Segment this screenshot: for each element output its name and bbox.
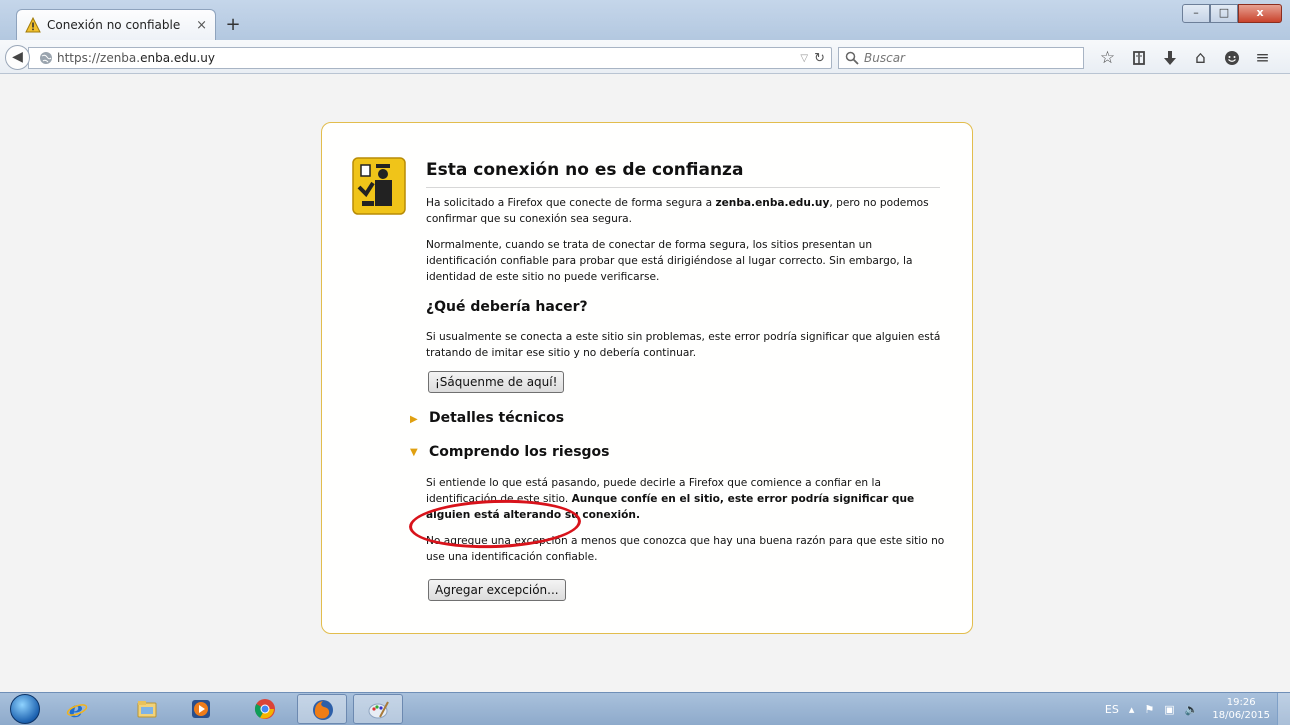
page-title: Esta conexión no es de confianza bbox=[426, 160, 940, 188]
tab-untrusted-connection[interactable]: Conexión no confiable × bbox=[16, 9, 216, 40]
back-button[interactable]: ◀ bbox=[5, 45, 30, 70]
clock-time: 19:26 bbox=[1226, 697, 1256, 708]
paint-icon[interactable] bbox=[353, 694, 403, 724]
risks-paragraph: Si entiende lo que está pasando, puede d… bbox=[426, 475, 946, 523]
history-dropdown-icon[interactable]: ▽ bbox=[800, 53, 808, 64]
what-should-i-do-heading: ¿Qué debería hacer? bbox=[426, 299, 588, 315]
toolbar-buttons: ☆ ⌂ ≡ bbox=[1092, 46, 1278, 70]
get-me-out-button[interactable]: ¡Sáquenme de aquí! bbox=[428, 371, 565, 393]
tab-title: Conexión no confiable bbox=[47, 18, 181, 32]
reading-list-icon[interactable] bbox=[1123, 46, 1154, 70]
understand-risks-heading[interactable]: Comprendo los riesgos bbox=[429, 444, 610, 460]
file-explorer-icon[interactable] bbox=[122, 694, 172, 724]
close-window-button[interactable]: x bbox=[1238, 4, 1282, 23]
expanded-arrow-icon[interactable]: ▼ bbox=[410, 447, 418, 458]
collapsed-arrow-icon[interactable]: ▶ bbox=[410, 414, 418, 425]
reload-icon[interactable]: ↻ bbox=[814, 51, 825, 66]
clock-date: 18/06/2015 bbox=[1212, 710, 1270, 721]
media-player-icon[interactable] bbox=[176, 694, 226, 724]
search-bar[interactable]: Buscar bbox=[838, 47, 1084, 69]
add-exception-button[interactable]: Agregar excepción... bbox=[428, 579, 566, 601]
explanation-paragraph: Normalmente, cuando se trata de conectar… bbox=[426, 239, 913, 283]
network-icon[interactable]: ▣ bbox=[1164, 703, 1174, 716]
advice-paragraph: Si usualmente se conecta a este sitio si… bbox=[426, 331, 941, 359]
intro-text-start: Ha solicitado a Firefox que conecte de f… bbox=[426, 197, 716, 209]
start-button[interactable] bbox=[10, 694, 40, 724]
show-desktop-button[interactable] bbox=[1277, 693, 1290, 725]
minimize-button[interactable]: – bbox=[1182, 4, 1210, 23]
volume-muted-icon[interactable]: 🔈 bbox=[1185, 703, 1199, 716]
url-domain: enba.edu.uy bbox=[140, 51, 215, 65]
intro-paragraph: Ha solicitado a Firefox que conecte de f… bbox=[426, 195, 946, 227]
search-icon bbox=[845, 51, 859, 65]
window-controls: – □ x bbox=[1182, 4, 1282, 23]
back-arrow-icon: ◀ bbox=[12, 49, 23, 65]
firefox-icon[interactable] bbox=[297, 694, 347, 724]
bookmark-star-icon[interactable]: ☆ bbox=[1092, 46, 1123, 70]
new-tab-button[interactable]: + bbox=[222, 14, 244, 36]
tab-close-icon[interactable]: × bbox=[196, 18, 207, 33]
error-container: Esta conexión no es de confianza Ha soli… bbox=[321, 122, 973, 634]
title-bar: Conexión no confiable × + – □ x bbox=[0, 0, 1290, 41]
exception-advice-paragraph: No agregue una excepción a menos que con… bbox=[426, 535, 945, 563]
downloads-icon[interactable] bbox=[1154, 46, 1185, 70]
home-icon[interactable]: ⌂ bbox=[1185, 46, 1216, 70]
warning-icon bbox=[25, 17, 41, 33]
technical-details-heading[interactable]: Detalles técnicos bbox=[429, 410, 564, 426]
url-prefix: https://zenba. bbox=[57, 51, 141, 65]
hello-icon[interactable] bbox=[1216, 46, 1247, 70]
navigation-bar: https://zenba.enba.edu.uy ▽ ↻ ◀ Buscar ☆… bbox=[0, 40, 1290, 74]
internet-explorer-icon[interactable]: e bbox=[52, 694, 102, 724]
action-center-flag-icon[interactable]: ⚑ bbox=[1144, 703, 1154, 716]
url-text[interactable]: https://zenba.enba.edu.uy bbox=[57, 51, 800, 65]
clock[interactable]: 19:26 18/06/2015 bbox=[1212, 696, 1270, 722]
globe-icon bbox=[40, 52, 52, 64]
page-content: Esta conexión no es de confianza Ha soli… bbox=[0, 74, 1290, 692]
untrusted-certificate-icon bbox=[352, 157, 406, 215]
host-name: zenba.enba.edu.uy bbox=[715, 197, 830, 209]
search-placeholder: Buscar bbox=[864, 51, 905, 65]
url-bar[interactable]: https://zenba.enba.edu.uy ▽ ↻ bbox=[28, 47, 832, 69]
taskbar: e ES ▴ ⚑ ▣ 🔈 19:26 18/06/2015 bbox=[0, 692, 1290, 725]
language-indicator[interactable]: ES bbox=[1105, 703, 1119, 716]
show-hidden-icons-icon[interactable]: ▴ bbox=[1129, 703, 1135, 716]
menu-icon[interactable]: ≡ bbox=[1247, 46, 1278, 70]
chrome-icon[interactable] bbox=[240, 694, 290, 724]
maximize-button[interactable]: □ bbox=[1210, 4, 1238, 23]
system-tray: ES ▴ ⚑ ▣ 🔈 19:26 18/06/2015 bbox=[1095, 693, 1270, 725]
